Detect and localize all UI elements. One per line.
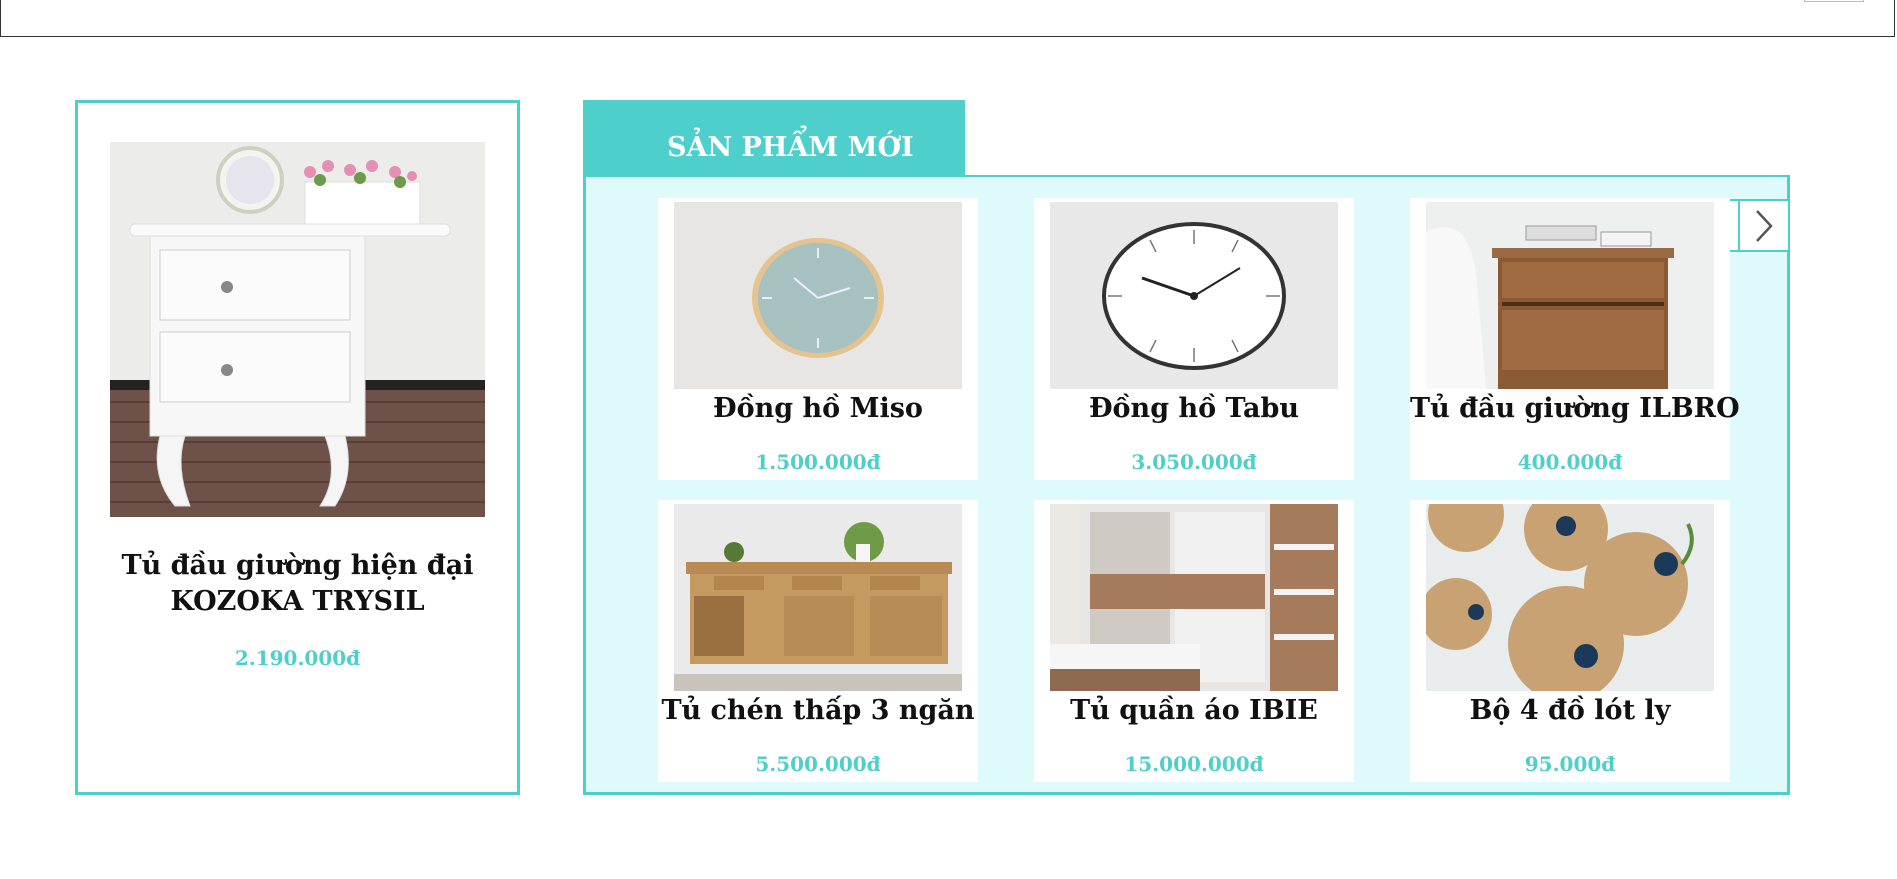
product-card[interactable]: Tủ quần áo IBIE 15.000.000đ	[1034, 500, 1354, 782]
product-price: 400.000đ	[1517, 450, 1623, 474]
product-price: 15.000.000đ	[1124, 752, 1264, 776]
top-bar	[0, 0, 1895, 37]
new-products-panel: Đồng hồ Miso 1.500.000đ Đồng hồ Tabu 3.0…	[583, 177, 1790, 795]
product-price: 1.500.000đ	[755, 450, 881, 474]
featured-product-price: 2.190.000đ	[234, 646, 361, 670]
featured-product-card[interactable]: Tủ đầu giường hiện đại KOZOKA TRYSIL 2.1…	[75, 100, 520, 795]
wardrobe-photo[interactable]	[1050, 504, 1338, 691]
product-name[interactable]: Đồng hồ Tabu	[1034, 393, 1354, 424]
white-nightstand-photo[interactable]	[110, 142, 485, 517]
product-card[interactable]: Đồng hồ Tabu 3.050.000đ	[1034, 198, 1354, 480]
product-price: 95.000đ	[1524, 752, 1616, 776]
product-price: 5.500.000đ	[755, 752, 881, 776]
wall-clock-miso-photo[interactable]	[674, 202, 962, 389]
new-products-section: SẢN PHẨM MỚI Đồng hồ Miso 1.500.000đ Đồn…	[583, 100, 1790, 795]
product-name[interactable]: Tủ chén thấp 3 ngăn	[658, 695, 978, 726]
sideboard-cabinet-photo[interactable]	[674, 504, 962, 691]
product-name[interactable]: Tủ quần áo IBIE	[1034, 695, 1354, 726]
top-bar-control[interactable]	[1804, 0, 1864, 2]
wooden-nightstand-photo[interactable]	[1426, 202, 1714, 389]
chevron-right-icon	[1756, 209, 1773, 242]
product-card[interactable]: Tủ đầu giường ILBRO 400.000đ	[1410, 198, 1740, 480]
product-card[interactable]: Bộ 4 đồ lót ly 95.000đ	[1410, 500, 1730, 782]
wall-clock-tabu-photo[interactable]	[1050, 202, 1338, 389]
cork-coasters-photo[interactable]	[1426, 504, 1714, 691]
product-name[interactable]: Đồng hồ Miso	[658, 393, 978, 424]
product-card[interactable]: Tủ chén thấp 3 ngăn 5.500.000đ	[658, 500, 978, 782]
product-name[interactable]: Bộ 4 đồ lót ly	[1410, 695, 1730, 726]
featured-product-name[interactable]: Tủ đầu giường hiện đại KOZOKA TRYSIL	[78, 548, 517, 620]
product-price: 3.050.000đ	[1131, 450, 1257, 474]
product-name[interactable]: Tủ đầu giường ILBRO	[1410, 393, 1740, 424]
product-card[interactable]: Đồng hồ Miso 1.500.000đ	[658, 198, 978, 480]
next-button[interactable]	[1738, 199, 1790, 252]
section-title-tab: SẢN PHẨM MỚI	[583, 100, 965, 177]
